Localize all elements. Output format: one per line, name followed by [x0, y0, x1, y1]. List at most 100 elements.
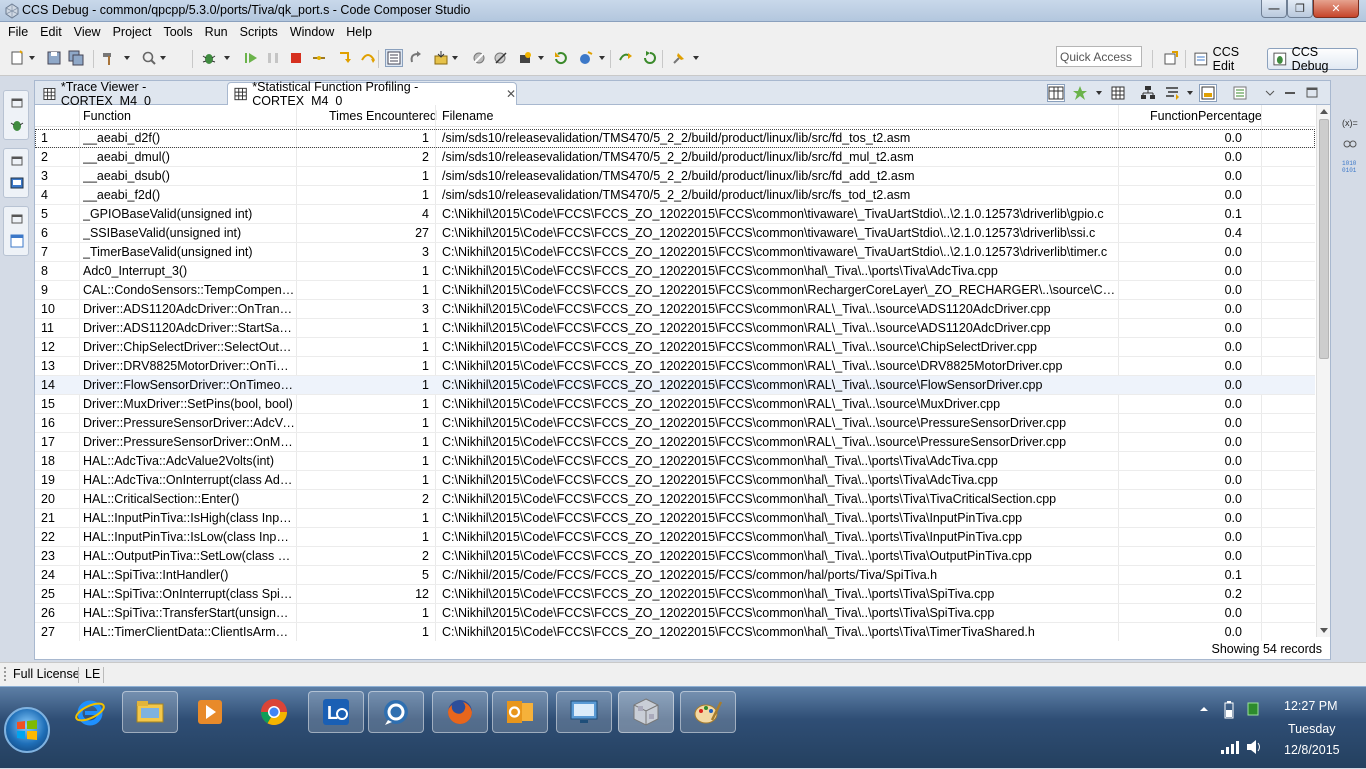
taskbar-chrome[interactable]	[246, 691, 302, 733]
taskbar-communicator[interactable]	[368, 691, 424, 733]
taskbar-windows-explorer[interactable]	[122, 691, 178, 733]
column-header-times-encountered[interactable]: Times Encountered	[329, 109, 437, 123]
table-row[interactable]: 1 __aeabi_d2f() 1/sim/sds10/releasevalidat…	[35, 129, 1315, 148]
clock-day[interactable]: Tuesday	[1288, 722, 1335, 736]
column-header-function-percentage[interactable]: FunctionPercentage	[1150, 109, 1262, 123]
taskbar-internet-explorer[interactable]	[62, 691, 118, 733]
table-row[interactable]: 24 HAL::SpiTiva::IntHandler() 5 C:/Nikhil/2…	[35, 566, 1315, 585]
view-menu-button[interactable]	[1261, 84, 1279, 102]
scroll-up-icon[interactable]	[1320, 109, 1328, 114]
reset-button[interactable]	[516, 49, 534, 67]
green-status-icon[interactable]	[1246, 701, 1260, 717]
debug-view-icon[interactable]	[9, 117, 25, 133]
battery-icon[interactable]	[1222, 701, 1236, 719]
table-row[interactable]: 12 Driver::ChipSelectDriver::SelectOutpu.…	[35, 338, 1315, 357]
tab-statistical-function-profiling[interactable]: *Statistical Function Profiling - CORTEX…	[227, 80, 517, 108]
filter-button[interactable]	[1163, 84, 1181, 102]
resume-button[interactable]	[242, 49, 260, 67]
group-button[interactable]	[1139, 84, 1157, 102]
table-row[interactable]: 13 Driver::DRV8825MotorDriver::OnTime... 1…	[35, 357, 1315, 376]
table-row[interactable]: 17 Driver::PressureSensorDriver::OnMux...…	[35, 433, 1315, 452]
taskbar-outlook[interactable]	[492, 691, 548, 733]
menu-scripts[interactable]: Scripts	[234, 22, 284, 42]
close-button[interactable]: ✕	[1313, 0, 1359, 18]
new-button[interactable]	[8, 49, 26, 67]
suspend-button[interactable]	[264, 49, 282, 67]
menu-view[interactable]: View	[68, 22, 107, 42]
table-row[interactable]: 21 HAL::InputPinTiva::IsHigh(class Input.…	[35, 509, 1315, 528]
table-row[interactable]: 27 HAL::TimerClientData::ClientIsArmed...…	[35, 623, 1315, 641]
registers-view-icon[interactable]	[1342, 136, 1358, 152]
table-row[interactable]: 26 HAL::SpiTiva::TransferStart(unsigned .…	[35, 604, 1315, 623]
maximize-button[interactable]: ❐	[1287, 0, 1313, 18]
taskbar-lync[interactable]: L	[308, 691, 364, 733]
table-row[interactable]: 14 Driver::FlowSensorDriver::OnTimeout...…	[35, 376, 1315, 395]
table-row[interactable]: 5 _GPIOBaseValid(unsigned int) 4 C:\Nikhil\…	[35, 205, 1315, 224]
grid-view-button[interactable]	[1109, 84, 1127, 102]
table-row[interactable]: 10 Driver::ADS1120AdcDriver::OnTransfe...…	[35, 300, 1315, 319]
table-row[interactable]: 7 _TimerBaseValid(unsigned int) 3 C:\Nikhil…	[35, 243, 1315, 262]
table-row[interactable]: 11 Driver::ADS1120AdcDriver::StartSamp...…	[35, 319, 1315, 338]
table-row[interactable]: 19 HAL::AdcTiva::OnInterrupt(class Adc...…	[35, 471, 1315, 490]
save-button[interactable]	[45, 49, 63, 67]
ccs-debug-perspective-button[interactable]: CCS Debug	[1267, 45, 1358, 73]
step-over-button[interactable]	[359, 49, 377, 67]
table-row[interactable]: 15 Driver::MuxDriver::SetPins(bool, bool)…	[35, 395, 1315, 414]
open-perspective-button[interactable]	[1162, 49, 1180, 67]
table-row[interactable]: 9 CAL::CondoSensors::TempCompens... 1 C:\Ni…	[35, 281, 1315, 300]
minimize-button[interactable]: —	[1261, 0, 1287, 18]
clock-date[interactable]: 12/8/2015	[1284, 743, 1340, 757]
run-to-line-button[interactable]	[552, 49, 570, 67]
next-annotation-button[interactable]	[617, 49, 635, 67]
properties-button[interactable]	[1231, 84, 1249, 102]
columns-toggle-button[interactable]	[1047, 84, 1065, 102]
menu-window[interactable]: Window	[284, 22, 340, 42]
show-hidden-icons-icon[interactable]	[1198, 703, 1210, 715]
volume-icon[interactable]	[1246, 739, 1264, 755]
pin-button[interactable]	[670, 49, 688, 67]
table-row[interactable]: 6 _SSIBaseValid(unsigned int) 27 C:\Nikhil\…	[35, 224, 1315, 243]
taskbar-remote-desktop[interactable]	[556, 691, 612, 733]
scroll-down-icon[interactable]	[1320, 628, 1328, 633]
taskbar-code-composer-studio[interactable]	[618, 691, 674, 733]
restore-stack-icon[interactable]	[9, 211, 25, 227]
start-button[interactable]	[4, 707, 50, 753]
quick-access-input[interactable]: Quick Access	[1056, 46, 1142, 67]
menu-edit[interactable]: Edit	[34, 22, 68, 42]
export-button[interactable]	[1199, 84, 1217, 102]
restart-button[interactable]	[407, 49, 425, 67]
table-row[interactable]: 16 Driver::PressureSensorDriver::AdcVolt.…	[35, 414, 1315, 433]
target-configurations-button[interactable]	[577, 49, 595, 67]
maximize-view-button[interactable]	[1303, 84, 1321, 102]
instruction-stepping-toggle[interactable]	[385, 49, 403, 67]
menu-run[interactable]: Run	[199, 22, 234, 42]
menu-help[interactable]: Help	[340, 22, 378, 42]
table-row[interactable]: 18 HAL::AdcTiva::AdcValue2Volts(int) 1 C:\N…	[35, 452, 1315, 471]
terminate-button[interactable]	[287, 49, 305, 67]
table-row[interactable]: 20 HAL::CriticalSection::Enter() 2 C:\Nikhi…	[35, 490, 1315, 509]
disconnect-button[interactable]	[310, 49, 328, 67]
debug-button[interactable]	[200, 49, 218, 67]
previous-annotation-button[interactable]	[641, 49, 659, 67]
restore-stack-icon[interactable]	[9, 153, 25, 169]
menu-project[interactable]: Project	[107, 22, 158, 42]
outline-view-icon[interactable]	[9, 233, 25, 249]
step-into-button[interactable]	[336, 49, 354, 67]
build-button[interactable]	[100, 49, 118, 67]
skip-breakpoints-button[interactable]	[492, 49, 510, 67]
table-row[interactable]: 8 Adc0_Interrupt_3() 1 C:\Nikhil\2015\Code\…	[35, 262, 1315, 281]
save-all-button[interactable]	[67, 49, 85, 67]
close-tab-icon[interactable]: ✕	[506, 87, 516, 101]
table-row[interactable]: 22 HAL::InputPinTiva::IsLow(class Input..…	[35, 528, 1315, 547]
tab-trace-viewer[interactable]: *Trace Viewer - CORTEX_M4_0	[37, 80, 225, 108]
scrollbar-thumb[interactable]	[1319, 119, 1329, 359]
load-program-button[interactable]	[432, 49, 450, 67]
table-row[interactable]: 23 HAL::OutputPinTiva::SetLow(class O... 2…	[35, 547, 1315, 566]
table-row[interactable]: 4 __aeabi_f2d() 1/sim/sds10/releasevalidat…	[35, 186, 1315, 205]
breakpoint-button[interactable]	[470, 49, 488, 67]
restore-stack-icon[interactable]	[9, 95, 25, 111]
search-button[interactable]	[140, 49, 158, 67]
vertical-scrollbar[interactable]	[1316, 105, 1330, 637]
menu-file[interactable]: File	[2, 22, 34, 42]
taskbar-paint[interactable]	[680, 691, 736, 733]
